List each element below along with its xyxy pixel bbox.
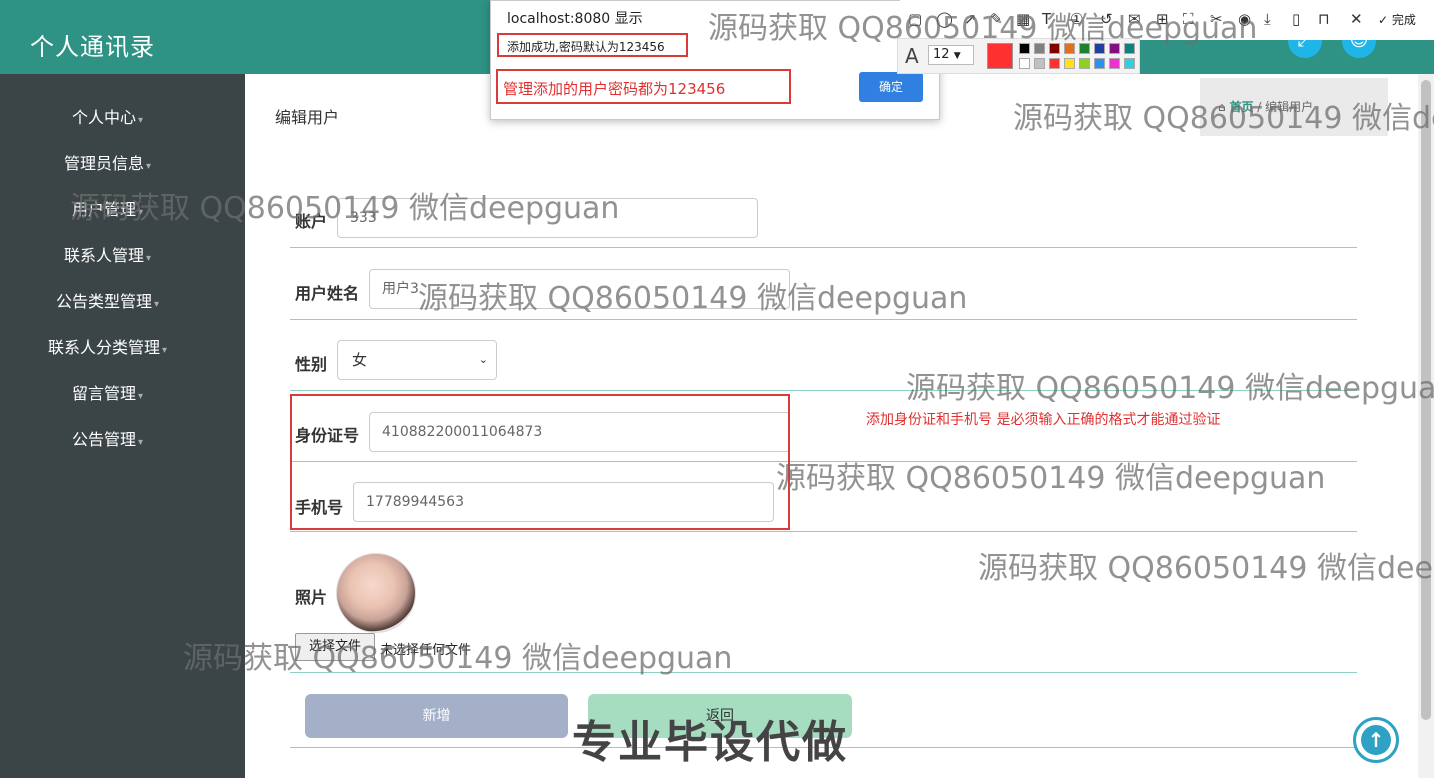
rectangle-tool-icon[interactable]: ▢ [908, 10, 922, 28]
breadcrumb-current: 编辑用户 [1265, 100, 1314, 114]
arrow-tool-icon[interactable]: ↗ [964, 10, 977, 28]
photo-label: 照片 [295, 588, 328, 607]
copy-icon[interactable]: ▯ [1292, 10, 1300, 28]
color-swatch[interactable] [1019, 43, 1030, 54]
undo-icon[interactable]: ↺ [1100, 10, 1113, 28]
text-tool-icon[interactable]: T [1042, 10, 1051, 28]
name-label: 用户姓名 [295, 284, 360, 303]
color-swatch[interactable] [1094, 43, 1105, 54]
expand-icon[interactable]: ⛶ [1183, 10, 1194, 28]
scroll-top-button[interactable]: ↑ [1353, 717, 1399, 763]
choose-file-button[interactable]: 选择文件 [295, 633, 375, 661]
pen-tool-icon[interactable]: ✎ [990, 10, 1003, 28]
gender-select[interactable]: 女 ⌄ [337, 340, 497, 380]
breadcrumb-home[interactable]: 首页 [1229, 100, 1253, 114]
row-divider [290, 319, 1357, 320]
home-icon[interactable]: ⌂ [1218, 100, 1226, 114]
font-size-select[interactable]: 12 ▼ [928, 45, 974, 65]
breadcrumb: ⌂ 首页 / 编辑用户 [1218, 98, 1313, 115]
alert-message: 添加成功,密码默认为123456 [507, 40, 665, 54]
alert-ok-button[interactable]: 确定 [859, 72, 923, 102]
chevron-down-icon: ▼ [953, 51, 961, 61]
watermark-banner: 专业毕设代做 [572, 717, 848, 768]
translate-icon[interactable]: ✂ [1210, 10, 1223, 28]
color-swatch[interactable] [1079, 43, 1090, 54]
color-swatch[interactable] [1049, 58, 1060, 69]
record-icon[interactable]: ◉ [1238, 10, 1251, 28]
row-divider [290, 247, 1357, 248]
color-swatch[interactable] [1079, 58, 1090, 69]
gender-label: 性别 [295, 355, 328, 374]
color-swatch[interactable] [1109, 43, 1120, 54]
row-divider [290, 531, 1357, 532]
color-swatch[interactable] [1109, 58, 1120, 69]
color-swatch[interactable] [1034, 58, 1045, 69]
current-color-swatch[interactable] [987, 43, 1013, 69]
chevron-down-icon: ▾ [137, 115, 144, 126]
chevron-down-icon: ⌄ [478, 353, 488, 366]
row-divider [290, 672, 1357, 673]
chevron-down-icon: ▾ [137, 437, 144, 448]
chevron-down-icon: ▾ [145, 253, 152, 264]
color-swatch[interactable] [1049, 43, 1060, 54]
mail-icon[interactable]: ✉ [1128, 10, 1141, 28]
ellipse-tool-icon[interactable]: ◯ [936, 10, 953, 28]
arrow-up-icon: ↑ [1361, 725, 1391, 755]
sidebar-item-contact-management[interactable]: 联系人管理 ▾ [0, 242, 215, 270]
color-swatch[interactable] [1124, 43, 1135, 54]
chevron-down-icon: ▾ [161, 345, 168, 356]
sidebar-item-contact-category[interactable]: 联系人分类管理 ▾ [0, 334, 215, 362]
sidebar-item-messages[interactable]: 留言管理 ▾ [0, 380, 215, 408]
pin-icon[interactable]: ⊞ [1156, 10, 1169, 28]
color-swatch[interactable] [1034, 43, 1045, 54]
mosaic-tool-icon[interactable]: ▦ [1016, 10, 1030, 28]
scrollbar-thumb[interactable] [1421, 80, 1431, 720]
number-tool-icon[interactable]: ① [1070, 10, 1083, 28]
color-swatch[interactable] [1094, 58, 1105, 69]
name-input[interactable]: 用户3 [369, 269, 790, 309]
font-icon: A [905, 44, 919, 68]
sidebar-item-notice-type[interactable]: 公告类型管理 ▾ [0, 288, 215, 316]
download-icon[interactable]: ⤓ [1264, 10, 1271, 28]
chevron-down-icon: ▾ [153, 299, 160, 310]
sidebar-item-user-management[interactable]: 用户管理 ▾ [0, 196, 215, 224]
color-swatch[interactable] [1124, 58, 1135, 69]
page-title: 编辑用户 [275, 108, 340, 127]
row-divider [290, 390, 1357, 391]
close-icon[interactable]: ✕ [1350, 10, 1363, 28]
done-button[interactable]: ✓ 完成 [1378, 11, 1416, 28]
breadcrumb-separator: / [1257, 100, 1262, 114]
chevron-down-icon: ▾ [137, 207, 144, 218]
bookmark-icon[interactable]: ⊓ [1318, 10, 1330, 28]
sidebar-item-notices[interactable]: 公告管理 ▾ [0, 426, 215, 454]
validation-note: 添加身份证和手机号 是必须输入正确的格式才能通过验证 [866, 412, 1221, 428]
app-brand: 个人通讯录 [30, 33, 155, 61]
color-swatch[interactable] [1064, 58, 1075, 69]
color-swatch[interactable] [1064, 43, 1075, 54]
highlight-box [290, 394, 790, 530]
sidebar-item-admin-info[interactable]: 管理员信息 ▾ [0, 150, 215, 178]
chevron-down-icon: ▾ [137, 391, 144, 402]
avatar [336, 553, 416, 633]
alert-title: localhost:8080 显示 [507, 11, 643, 27]
color-swatch[interactable] [1019, 58, 1030, 69]
add-button[interactable]: 新增 [305, 694, 568, 738]
account-input[interactable]: 333 [337, 198, 758, 238]
gender-selected-value: 女 [352, 351, 368, 369]
check-icon: ✓ [1378, 13, 1389, 27]
account-label: 账户 [295, 212, 328, 231]
chevron-down-icon: ▾ [145, 161, 152, 172]
file-status: 未选择任何文件 [380, 643, 472, 658]
alert-note: 管理添加的用户密码都为123456 [503, 80, 726, 98]
sidebar-item-personal-center[interactable]: 个人中心 ▾ [0, 104, 215, 132]
